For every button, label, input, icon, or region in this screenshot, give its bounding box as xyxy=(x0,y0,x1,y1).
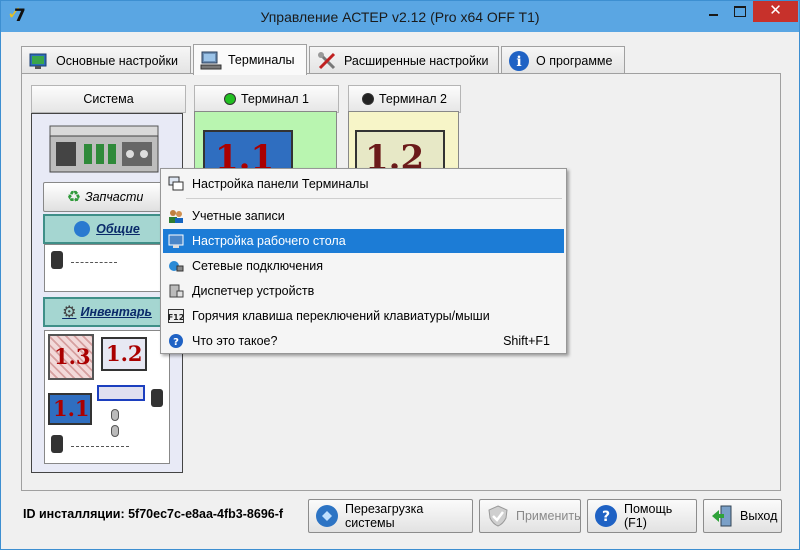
context-menu: Настройка панели Терминалы Учетные запис… xyxy=(160,168,567,354)
terminal-2-header[interactable]: Терминал 2 xyxy=(348,85,461,113)
tab-label: Терминалы xyxy=(228,53,295,67)
shield-check-icon xyxy=(486,504,510,528)
tools-icon xyxy=(316,50,338,72)
tab-terminals[interactable]: Терминалы xyxy=(193,44,307,75)
inventory-label: Инвентарь xyxy=(80,305,152,319)
menu-item-label: Настройка панели Терминалы xyxy=(192,177,369,191)
status-led-icon xyxy=(362,93,374,105)
gear-icon: ⚙ xyxy=(62,304,77,321)
tab-label: Основные настройки xyxy=(56,53,178,68)
system-header: Система xyxy=(31,85,186,113)
help-button[interactable]: ? Помощь (F1) xyxy=(587,499,697,533)
monitor-settings-icon xyxy=(28,50,50,72)
monitor-1-3[interactable]: 1.3 xyxy=(48,334,94,380)
menu-item-label: Горячия клавиша переключений клавиатуры/… xyxy=(192,309,490,323)
button-label: Выход xyxy=(740,509,778,523)
close-button[interactable]: ✕ xyxy=(753,1,798,22)
help-icon: ? xyxy=(594,504,618,528)
tab-main-settings[interactable]: Основные настройки xyxy=(21,46,191,74)
terminal-1-panel: 1.1 xyxy=(194,111,337,178)
system-column: Система xyxy=(31,85,186,115)
maximize-button[interactable] xyxy=(726,1,752,22)
minimize-button[interactable] xyxy=(700,1,726,22)
spares-label: Запчасти xyxy=(84,190,144,204)
button-label: Применить xyxy=(516,509,581,523)
monitor-1-2[interactable]: 1.2 xyxy=(101,337,147,371)
speaker-icon xyxy=(51,435,63,453)
users-icon xyxy=(168,208,184,224)
inventory-section-button[interactable]: ⚙ Инвентарь xyxy=(43,297,171,327)
terminal-2-panel: 1.2 xyxy=(348,111,459,178)
monitor-number: 1.1 xyxy=(53,396,90,421)
f12-key-icon: F12 xyxy=(168,308,184,324)
exit-button[interactable]: Выход xyxy=(703,499,782,533)
monitor-1-1[interactable]: 1.1 xyxy=(48,393,92,425)
button-label: Перезагрузка системы xyxy=(345,502,424,530)
terminal-1-label: Терминал 1 xyxy=(241,92,309,106)
tab-advanced-settings[interactable]: Расширенные настройки xyxy=(309,46,499,74)
monitor-number: 1.3 xyxy=(54,344,91,369)
svg-text:?: ? xyxy=(602,509,610,525)
menu-item-desktop-settings[interactable]: Настройка рабочего стола xyxy=(163,229,564,253)
general-label: Общие xyxy=(96,222,140,236)
microphone-icon xyxy=(71,437,129,447)
server-image xyxy=(48,124,160,174)
menu-item-label: Учетные записи xyxy=(192,209,285,223)
menu-item-accounts[interactable]: Учетные записи xyxy=(163,204,564,228)
monitor-number: 1.2 xyxy=(106,341,143,366)
device-manager-icon xyxy=(168,283,184,299)
window-title: Управление АСТЕР v2.12 (Pro x64 OFF T1) xyxy=(260,9,540,25)
menu-item-label: Сетевые подключения xyxy=(192,259,324,273)
recycle-icon: ♻ xyxy=(66,189,81,206)
menu-item-device-manager[interactable]: Диспетчер устройств xyxy=(163,279,564,303)
reboot-system-button[interactable]: Перезагрузка системы xyxy=(308,499,473,533)
network-icon xyxy=(168,258,184,274)
menu-item-hotkey[interactable]: F12 Горячия клавиша переключений клавиат… xyxy=(163,304,564,328)
menu-item-panel-settings[interactable]: Настройка панели Терминалы xyxy=(163,172,564,196)
menu-item-label: Настройка рабочего стола xyxy=(192,234,346,248)
mouse-icon xyxy=(111,425,119,437)
speaker-icon xyxy=(151,389,163,407)
apply-button[interactable]: Применить xyxy=(479,499,581,533)
menu-item-network[interactable]: Сетевые подключения xyxy=(163,254,564,278)
svg-text:i: i xyxy=(516,54,521,70)
panel-settings-icon xyxy=(168,176,184,192)
tab-label: Расширенные настройки xyxy=(344,53,489,68)
menu-separator xyxy=(186,198,562,199)
terminal-1-monitor[interactable]: 1.1 xyxy=(203,130,293,178)
tab-about[interactable]: i О программе xyxy=(501,46,625,74)
computer-icon xyxy=(200,49,222,71)
reboot-icon xyxy=(315,504,339,528)
svg-text:F12: F12 xyxy=(168,313,184,322)
help-icon: ? xyxy=(168,333,184,349)
mouse-icon xyxy=(111,409,119,421)
general-devices-panel xyxy=(44,244,170,292)
keyboard-icon xyxy=(97,385,145,401)
speaker-icon xyxy=(51,251,63,269)
menu-item-shortcut: Shift+F1 xyxy=(503,334,550,348)
general-section-button[interactable]: Общие xyxy=(43,214,171,244)
menu-item-label: Что это такое? xyxy=(192,334,278,348)
exit-door-icon xyxy=(710,504,734,528)
spares-button[interactable]: ♻ Запчасти xyxy=(43,182,167,212)
menu-item-label: Диспетчер устройств xyxy=(192,284,315,298)
button-label: Помощь (F1) xyxy=(624,502,673,530)
svg-text:?: ? xyxy=(173,337,179,348)
status-led-icon xyxy=(224,93,236,105)
terminal-2-monitor[interactable]: 1.2 xyxy=(355,130,445,178)
title-bar[interactable]: ✓ 7 Управление АСТЕР v2.12 (Pro x64 OFF T… xyxy=(1,1,799,32)
tab-label: О программе xyxy=(536,53,613,68)
menu-item-whats-this[interactable]: ? Что это такое? Shift+F1 xyxy=(163,329,564,353)
install-id: ID инсталляции: 5f70ec7c-e8aa-4fb3-8696-… xyxy=(23,507,284,521)
desktop-icon xyxy=(168,233,184,249)
terminal-1-header[interactable]: Терминал 1 xyxy=(194,85,339,113)
info-icon: i xyxy=(508,50,530,72)
inventory-panel: 1.3 1.2 1.1 xyxy=(44,330,170,464)
microphone-icon xyxy=(71,251,117,263)
terminal-2-label: Терминал 2 xyxy=(379,92,447,106)
main-window: ✓ 7 Управление АСТЕР v2.12 (Pro x64 OFF T… xyxy=(0,0,800,550)
globe-icon xyxy=(74,221,91,237)
